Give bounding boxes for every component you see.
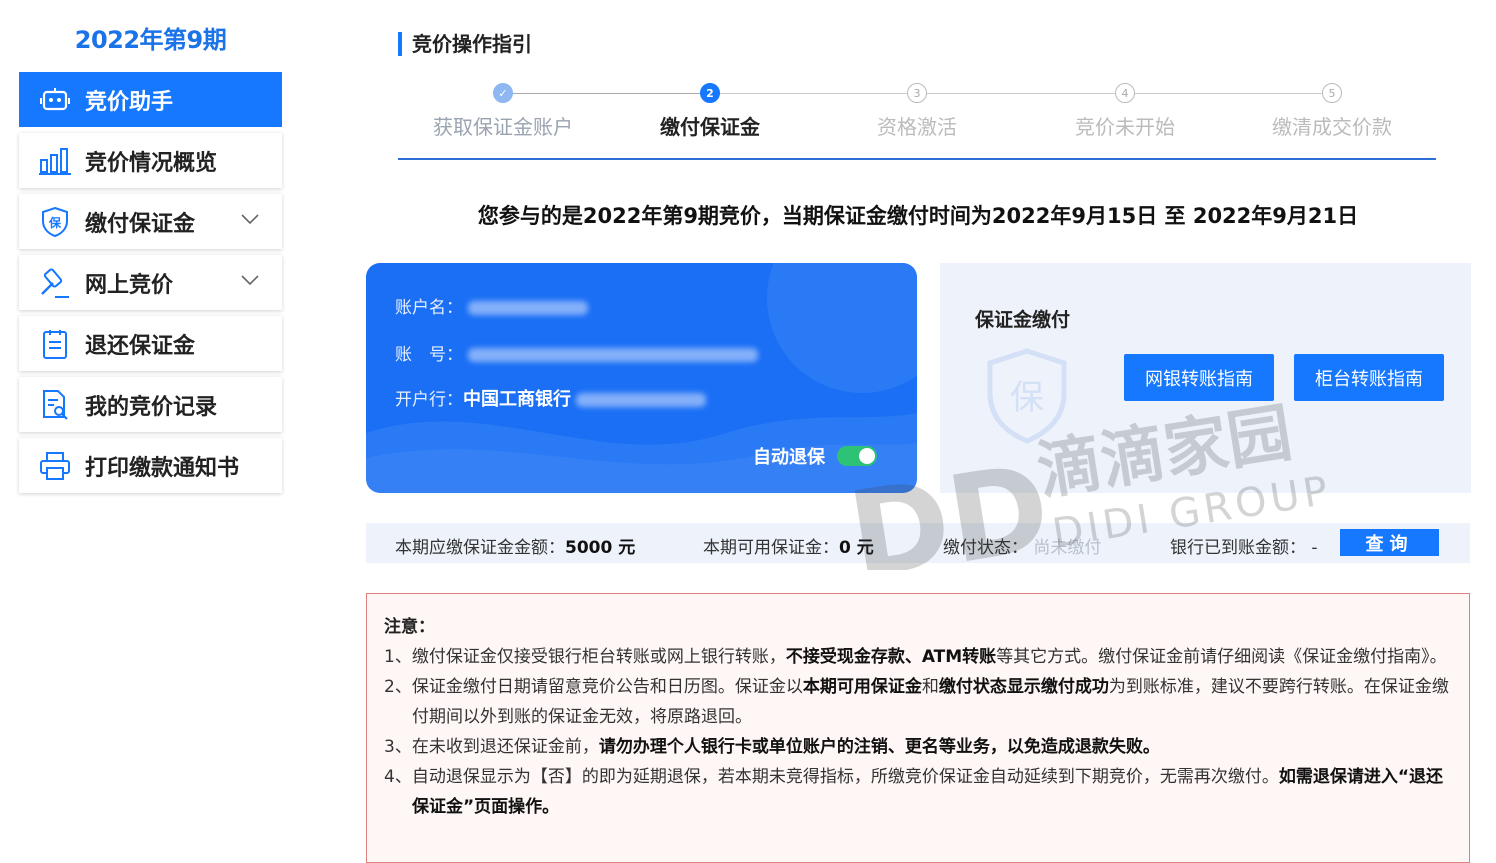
chevron-down-icon <box>241 275 259 286</box>
shield-icon: 保 <box>987 348 1067 444</box>
step-bid-not-started: 4 竞价未开始 <box>1020 80 1230 140</box>
available-amount-value: 0 元 <box>839 538 874 558</box>
online-transfer-guide-button[interactable]: 网银转账指南 <box>1124 354 1274 401</box>
period-notice: 您参与的是2022年第9期竞价，当期保证金缴付时间为2022年9月15日 至 2… <box>477 204 1359 228</box>
sidebar-item-print-notice[interactable]: 打印缴款通知书 <box>19 438 282 493</box>
payment-title: 保证金缴付 <box>975 309 1071 331</box>
query-button[interactable]: 查询 <box>1340 529 1439 556</box>
counter-transfer-guide-button[interactable]: 柜台转账指南 <box>1294 354 1444 401</box>
svg-text:保: 保 <box>1010 378 1044 418</box>
sidebar-item-label: 我的竞价记录 <box>85 394 218 420</box>
progress-steps: ✓ 获取保证金账户 2 缴付保证金 3 资格激活 4 竞价未开始 5 缴清成交价… <box>398 80 1436 160</box>
chevron-down-icon <box>241 214 259 225</box>
deposit-status-bar: 本期应缴保证金金额：5000 元 本期可用保证金：0 元 缴付状态： 尚未缴付 … <box>366 523 1470 563</box>
gavel-icon <box>38 266 72 300</box>
deposit-payment-panel: 保 保证金缴付 网银转账指南 柜台转账指南 <box>940 263 1471 493</box>
auto-refund-toggle[interactable] <box>837 446 877 466</box>
step-label: 资格激活 <box>877 115 957 139</box>
section-title: 竞价操作指引 <box>398 32 532 56</box>
step-number: 4 <box>1115 83 1135 103</box>
payment-state: 缴付状态： 尚未缴付 <box>943 533 1101 558</box>
document-search-icon <box>38 388 72 422</box>
account-number-value-redacted <box>468 348 759 362</box>
step-number: 2 <box>700 83 720 103</box>
sidebar-item-label: 网上竞价 <box>85 272 174 298</box>
account-number-label: 账 号： <box>395 345 463 365</box>
sidebar-item-overview[interactable]: 竞价情况概览 <box>19 133 282 188</box>
available-amount-label: 本期可用保证金： <box>703 538 839 558</box>
svg-text:保: 保 <box>48 215 62 230</box>
step-number: 5 <box>1322 83 1342 103</box>
sidebar-item-label: 竞价情况概览 <box>85 150 218 176</box>
notes-box: 注意： 1、缴付保证金仅接受银行柜台转账或网上银行转账，不接受现金存款、ATM转… <box>366 593 1470 863</box>
period-title: 2022年第9期 <box>74 26 227 54</box>
bank-label: 开户行： <box>395 390 463 410</box>
note-item-4: 4、自动退保显示为【否】的即为延期退保，若本期未竞得指标，所缴竞价保证金自动延续… <box>384 767 1444 817</box>
account-card: 账户名： 账 号： 开户行：中国工商银行 自动退保 <box>366 263 917 493</box>
clipboard-icon <box>38 327 72 361</box>
sidebar-menu: 竞价助手 竞价情况概览 保 缴付保证金 网上竞价 退还保证金 我的竞价记录 打印… <box>19 72 282 499</box>
step-pay-balance: 5 缴清成交价款 <box>1227 80 1437 140</box>
step-get-account: ✓ 获取保证金账户 <box>398 80 608 140</box>
sidebar-item-label: 缴付保证金 <box>85 211 196 237</box>
due-amount: 本期应缴保证金金额：5000 元 <box>395 533 635 558</box>
auto-refund: 自动退保 <box>753 443 877 469</box>
check-icon: ✓ <box>493 83 513 103</box>
bank-row: 开户行：中国工商银行 <box>395 385 707 411</box>
due-amount-value: 5000 元 <box>565 538 636 558</box>
auto-refund-label: 自动退保 <box>753 447 825 468</box>
step-number: 3 <box>907 83 927 103</box>
account-name-label: 账户名： <box>395 298 463 318</box>
sidebar-item-pay-deposit[interactable]: 保 缴付保证金 <box>19 194 282 249</box>
available-amount: 本期可用保证金：0 元 <box>703 533 874 558</box>
sidebar-item-refund-deposit[interactable]: 退还保证金 <box>19 316 282 371</box>
step-activate: 3 资格激活 <box>812 80 1022 140</box>
sidebar-item-label: 打印缴款通知书 <box>85 455 240 481</box>
printer-icon <box>38 449 72 483</box>
note-item-3: 3、在未收到退还保证金前，请勿办理个人银行卡或单位账户的注销、更名等业务，以免造… <box>384 737 1160 757</box>
step-label: 竞价未开始 <box>1075 115 1175 139</box>
sidebar-item-label: 竞价助手 <box>85 89 174 115</box>
step-label: 缴清成交价款 <box>1272 115 1392 139</box>
due-amount-label: 本期应缴保证金金额： <box>395 538 565 558</box>
sidebar-item-bid-assistant[interactable]: 竞价助手 <box>19 72 282 127</box>
note-item-2: 2、保证金缴付日期请留意竞价公告和日历图。保证金以本期可用保证金和缴付状态显示缴… <box>384 677 1449 727</box>
shield-icon: 保 <box>38 205 72 239</box>
bank-value: 中国工商银行 <box>463 389 571 410</box>
note-item-1: 1、缴付保证金仅接受银行柜台转账或网上银行转账，不接受现金存款、ATM转账等其它… <box>384 647 1447 667</box>
received-amount-label: 银行已到账金额： <box>1170 538 1306 558</box>
bar-chart-icon <box>38 144 72 178</box>
step-label: 缴付保证金 <box>660 115 760 139</box>
account-name-row: 账户名： <box>395 293 589 318</box>
step-pay-deposit: 2 缴付保证金 <box>605 80 815 140</box>
received-amount-value: - <box>1311 538 1318 558</box>
notes-title: 注意： <box>384 617 435 637</box>
robot-icon <box>38 83 72 117</box>
sidebar-item-bid-records[interactable]: 我的竞价记录 <box>19 377 282 432</box>
sidebar-item-online-bid[interactable]: 网上竞价 <box>19 255 282 310</box>
payment-state-value: 尚未缴付 <box>1033 538 1102 558</box>
received-amount: 银行已到账金额： - <box>1170 533 1318 558</box>
payment-state-label: 缴付状态： <box>943 538 1028 558</box>
bank-branch-redacted <box>576 393 707 407</box>
step-label: 获取保证金账户 <box>433 115 573 139</box>
account-name-value-redacted <box>468 301 589 315</box>
sidebar-item-label: 退还保证金 <box>85 333 196 359</box>
account-number-row: 账 号： <box>395 340 759 365</box>
